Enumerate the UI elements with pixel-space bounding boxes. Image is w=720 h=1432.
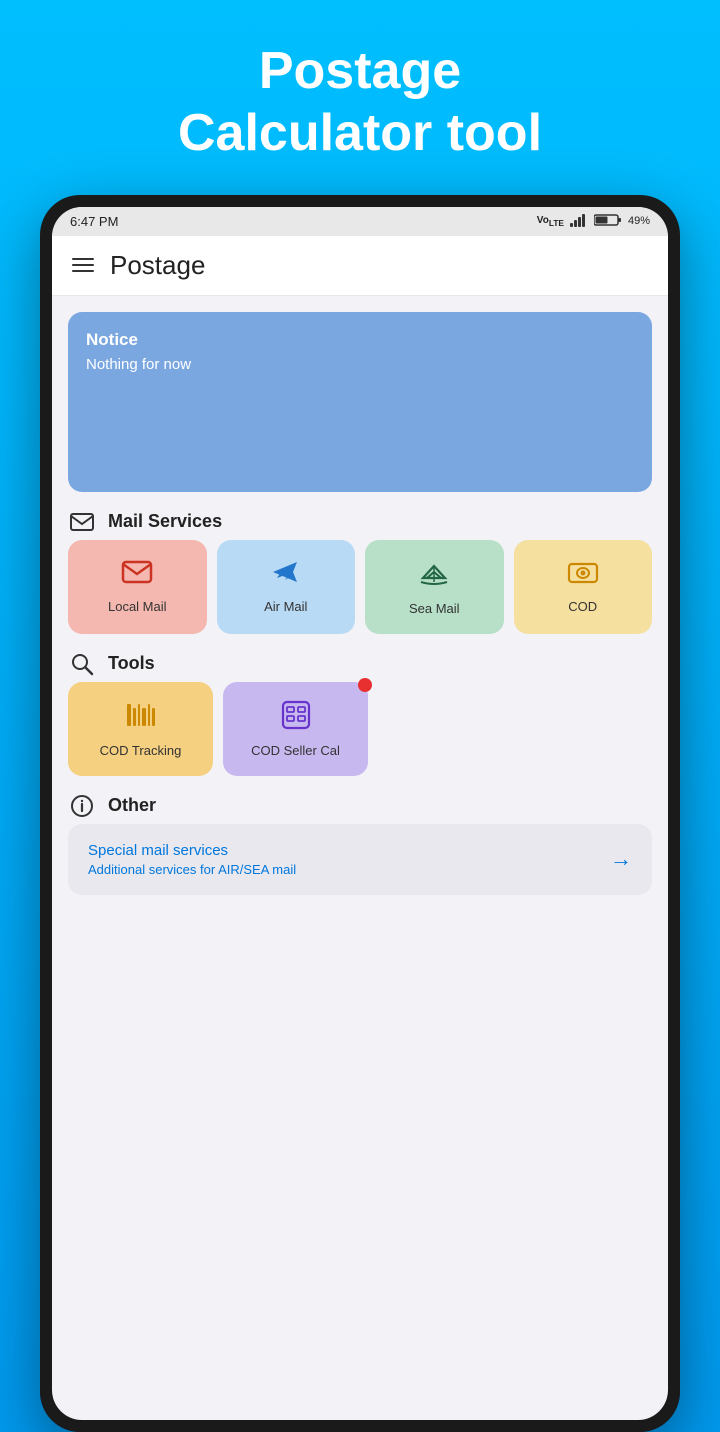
mail-services-grid: Local Mail Air Mail	[68, 540, 652, 634]
other-label: Other	[108, 795, 156, 816]
other-section: Other Special mail services Additional s…	[68, 792, 652, 895]
notice-body: Nothing for now	[86, 356, 634, 373]
notice-card: Notice Nothing for now	[68, 312, 652, 492]
hero-title: Postage Calculator tool	[178, 40, 542, 165]
tools-grid: COD Tracking	[68, 682, 652, 776]
special-mail-subtitle: Additional services for AIR/SEA mail	[88, 862, 296, 877]
tools-search-icon	[68, 650, 96, 678]
special-mail-card[interactable]: Special mail services Additional service…	[68, 824, 652, 895]
tools-label: Tools	[108, 653, 155, 674]
sea-mail-label: Sea Mail	[409, 601, 460, 616]
local-mail-icon	[121, 558, 153, 591]
status-time: 6:47 PM	[70, 214, 118, 229]
local-mail-card[interactable]: Local Mail	[68, 540, 207, 634]
scroll-content: Notice Nothing for now Mail Services	[52, 296, 668, 1420]
mail-icon	[68, 508, 96, 536]
status-bar: 6:47 PM VoLTE	[52, 207, 668, 236]
other-header: Other	[68, 792, 652, 820]
cod-seller-card[interactable]: COD Seller Cal	[223, 682, 368, 776]
status-right: VoLTE 49%	[537, 213, 650, 230]
mail-services-section: Mail Services Local Mail	[68, 508, 652, 634]
battery-icon	[594, 213, 622, 230]
tools-section: Tools	[68, 650, 652, 776]
sea-mail-card[interactable]: Sea Mail	[365, 540, 504, 634]
special-mail-title: Special mail services	[88, 842, 296, 859]
app-header: Postage	[52, 236, 668, 296]
mail-services-header: Mail Services	[68, 508, 652, 536]
mail-services-label: Mail Services	[108, 511, 222, 532]
info-icon	[68, 792, 96, 820]
arrow-right-icon: →	[610, 846, 632, 872]
cod-seller-label: COD Seller Cal	[251, 743, 340, 758]
tools-header: Tools	[68, 650, 652, 678]
local-mail-label: Local Mail	[108, 599, 167, 614]
menu-button[interactable]	[72, 258, 94, 272]
air-mail-icon	[269, 558, 303, 591]
phone-frame: 6:47 PM VoLTE	[40, 195, 680, 1432]
sea-mail-icon	[417, 558, 451, 593]
notice-title: Notice	[86, 330, 634, 350]
cod-card[interactable]: COD	[514, 540, 653, 634]
cod-tracking-label: COD Tracking	[100, 743, 182, 758]
cod-icon	[566, 558, 600, 591]
air-mail-card[interactable]: Air Mail	[217, 540, 356, 634]
volte-icon: VoLTE	[537, 215, 564, 228]
new-badge	[358, 678, 372, 692]
battery-pct: 49%	[628, 215, 650, 227]
cod-seller-icon	[281, 700, 311, 735]
cod-tracking-icon	[125, 700, 157, 735]
air-mail-label: Air Mail	[264, 599, 307, 614]
cod-tracking-card[interactable]: COD Tracking	[68, 682, 213, 776]
app-title: Postage	[110, 250, 205, 281]
phone-screen: 6:47 PM VoLTE	[52, 207, 668, 1420]
cod-label: COD	[568, 599, 597, 614]
special-mail-text: Special mail services Additional service…	[88, 842, 296, 877]
signal-bars	[570, 213, 588, 230]
